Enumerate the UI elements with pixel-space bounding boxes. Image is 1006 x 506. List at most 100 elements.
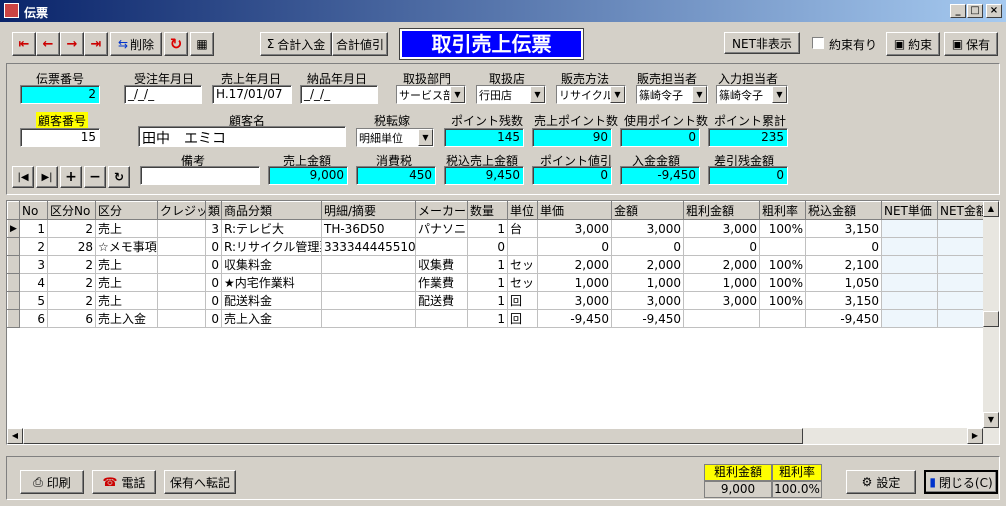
table-cell[interactable]: セット (507, 255, 538, 274)
column-header[interactable]: 粗利金額 (683, 201, 760, 220)
table-cell[interactable]: 売上 (95, 291, 158, 310)
row-indicator[interactable] (7, 273, 20, 292)
scroll-left-icon[interactable]: ◀ (7, 428, 23, 444)
table-cell[interactable] (321, 273, 416, 292)
prev-record-icon[interactable]: ← (36, 32, 60, 56)
column-header[interactable]: NET単価 (881, 201, 938, 220)
table-cell[interactable] (157, 291, 206, 310)
table-cell[interactable]: 3 (19, 255, 48, 274)
net-hide-button[interactable]: NET非表示 (724, 32, 800, 54)
table-cell[interactable]: 配送料金 (221, 291, 322, 310)
table-cell[interactable]: 28 (47, 237, 96, 256)
table-cell[interactable]: 0 (537, 237, 612, 256)
table-row[interactable]: 42売上0★内宅作業料作業費1セット1,0001,0001,000100%1,0… (7, 273, 999, 292)
table-cell[interactable]: 100% (759, 219, 806, 238)
column-header[interactable]: メーカー (415, 201, 468, 220)
promise-button[interactable]: ▣ 約束 (886, 32, 940, 56)
table-cell[interactable] (321, 309, 416, 328)
close-window-button[interactable]: × (986, 4, 1002, 18)
column-header[interactable]: 単位 (507, 201, 538, 220)
table-cell[interactable] (157, 255, 206, 274)
memo-field[interactable] (140, 166, 260, 185)
column-header[interactable]: 税込金額 (805, 201, 882, 220)
table-cell[interactable] (759, 237, 806, 256)
table-cell[interactable]: 2 (19, 237, 48, 256)
table-cell[interactable]: 0 (205, 309, 222, 328)
table-cell[interactable]: R:テレビ大 (221, 219, 322, 238)
table-cell[interactable]: 2,000 (611, 255, 684, 274)
table-cell[interactable]: 3,000 (683, 219, 760, 238)
column-header[interactable]: 区分 (95, 201, 158, 220)
table-cell[interactable]: 2,000 (683, 255, 760, 274)
scroll-right-icon[interactable]: ▶ (967, 428, 983, 444)
table-cell[interactable]: 0 (205, 237, 222, 256)
table-cell[interactable] (415, 309, 468, 328)
sum-deposit-button[interactable]: Σ 合計入金 (260, 32, 332, 56)
first-row-icon[interactable]: |◀ (12, 166, 34, 188)
column-header[interactable]: 単価 (537, 201, 612, 220)
table-cell[interactable]: 1,050 (805, 273, 882, 292)
table-cell[interactable]: 作業費 (415, 273, 468, 292)
table-cell[interactable]: 1 (467, 309, 508, 328)
table-cell[interactable] (507, 237, 538, 256)
table-cell[interactable]: 0 (683, 237, 760, 256)
table-cell[interactable] (881, 309, 938, 328)
table-cell[interactable]: 6 (19, 309, 48, 328)
sales-method-select[interactable]: リサイクル受 ▼ (556, 85, 626, 104)
phone-button[interactable]: ☎ 電話 (92, 470, 156, 494)
table-row[interactable]: ▶12売上3R:テレビ大TH-36D50パナソニック1台3,0003,0003,… (7, 219, 999, 238)
promise-checkbox[interactable] (812, 37, 824, 49)
table-cell[interactable]: 3,000 (611, 291, 684, 310)
table-cell[interactable]: ☆メモ事項 (95, 237, 158, 256)
calculator-icon[interactable]: ▦ (190, 32, 214, 56)
dept-select[interactable]: サービス部 ▼ (396, 85, 466, 104)
last-row-icon[interactable]: ▶| (36, 166, 58, 188)
tax-select[interactable]: 明細単位 ▼ (356, 128, 434, 147)
table-cell[interactable]: 3,000 (537, 291, 612, 310)
table-cell[interactable] (157, 237, 206, 256)
nohin-field[interactable]: _/_/_ (300, 85, 378, 104)
table-cell[interactable] (759, 309, 806, 328)
table-cell[interactable]: -9,450 (805, 309, 882, 328)
table-cell[interactable]: 台 (507, 219, 538, 238)
table-cell[interactable]: 2,100 (805, 255, 882, 274)
table-cell[interactable]: 配送費 (415, 291, 468, 310)
table-cell[interactable]: 3 (205, 219, 222, 238)
row-indicator[interactable] (7, 237, 20, 256)
table-cell[interactable]: 売上 (95, 255, 158, 274)
table-cell[interactable]: 6 (47, 309, 96, 328)
table-row[interactable]: 5 2 売上 0 配送料金 配送費 1 回 3,000 3,000 3,000 100% 3,150 (7, 291, 999, 310)
table-cell[interactable] (321, 255, 416, 274)
table-cell[interactable]: 収集料金 (221, 255, 322, 274)
detail-grid[interactable]: No区分No区分クレジット類商品分類明細/摘要メーカー数量単位単価金額粗利金額粗… (6, 200, 1000, 445)
table-cell[interactable] (321, 291, 416, 310)
sum-discount-button[interactable]: 合計値引 (332, 32, 388, 56)
table-cell[interactable]: 3333444455101 (321, 237, 416, 256)
table-cell[interactable] (683, 309, 760, 328)
table-cell[interactable]: 1 (467, 273, 508, 292)
table-cell[interactable]: 100% (759, 255, 806, 274)
table-cell[interactable]: 100% (759, 291, 806, 310)
table-cell[interactable]: 収集費 (415, 255, 468, 274)
table-cell[interactable]: 3,000 (683, 291, 760, 310)
table-cell[interactable]: 3,150 (805, 219, 882, 238)
table-cell[interactable]: 1,000 (683, 273, 760, 292)
juchu-field[interactable]: _/_/_ (124, 85, 202, 104)
table-cell[interactable]: セット (507, 273, 538, 292)
table-cell[interactable]: ★内宅作業料 (221, 273, 322, 292)
current-row-icon[interactable]: ▶ (7, 219, 20, 238)
scroll-down-icon[interactable]: ▼ (983, 412, 999, 428)
uriage-date-field[interactable]: H.17/01/07 (212, 85, 292, 104)
table-cell[interactable]: 2 (47, 255, 96, 274)
table-cell[interactable]: 0 (467, 237, 508, 256)
table-cell[interactable]: 売上入金 (221, 309, 322, 328)
settings-button[interactable]: ⚙ 設定 (846, 470, 916, 494)
column-header[interactable]: クレジット (157, 201, 206, 220)
hold-button[interactable]: ▣ 保有 (944, 32, 998, 56)
table-cell[interactable]: 3,150 (805, 291, 882, 310)
delete-button[interactable]: ⇆ 削除 (110, 32, 162, 56)
table-cell[interactable]: 回 (507, 291, 538, 310)
column-header[interactable]: 数量 (467, 201, 508, 220)
shop-select[interactable]: 行田店 ▼ (476, 85, 546, 104)
sales-staff-select[interactable]: 篠崎令子 ▼ (636, 85, 708, 104)
